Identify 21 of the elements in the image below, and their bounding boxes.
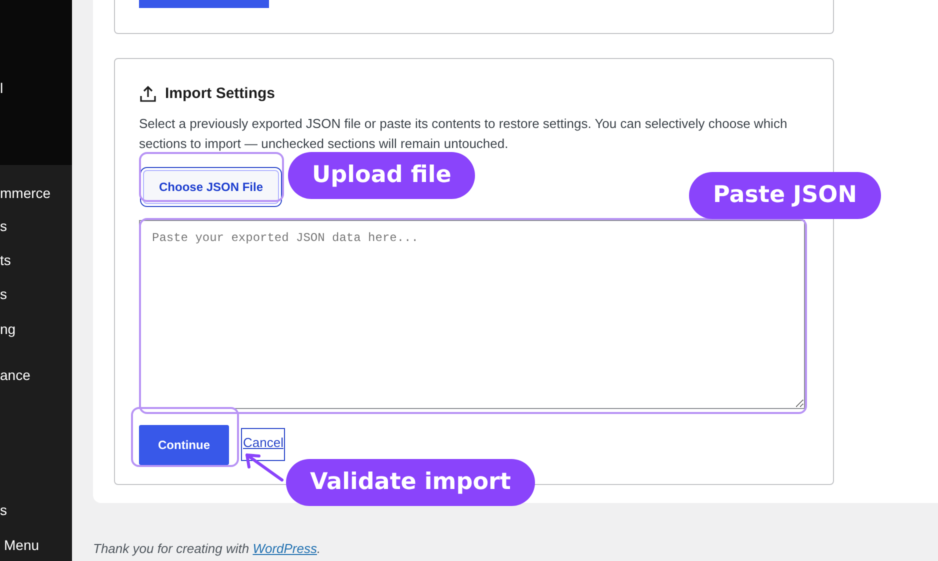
footer-text: Thank you for creating with WordPress. [93,541,322,557]
sidebar-item[interactable]: ts [0,250,72,270]
sidebar-item[interactable]: s [0,216,72,236]
sidebar-item[interactable]: s [0,500,72,520]
sidebar-item[interactable]: ng [0,319,72,339]
description-text: Select a previously exported JSON file or paste its contents to restore settings. You can selectively choose which sections to import — unchecked sections will remain untouched. [139,114,788,153]
button[interactable] [139,0,269,8]
sidebar-item[interactable]: mmerce [0,183,72,203]
callout-label: Paste JSON [689,172,881,219]
sidebar-item[interactable]: ance [0,365,72,385]
wordpress-link[interactable]: WordPress [252,541,317,556]
upload-icon [139,85,157,104]
continue-button[interactable]: Continue [139,424,229,464]
cancel-link[interactable]: Cancel [241,428,286,462]
card-title: Import Settings [165,84,276,104]
json-textarea[interactable]: Paste your exported JSON data here... [139,220,805,408]
callout-label: Upload file [288,152,476,199]
callout-label: Validate import [286,459,535,506]
sidebar-item[interactable]: Menu [0,535,72,555]
sidebar-item[interactable]: s [0,284,72,304]
sidebar-item[interactable]: l [0,78,72,98]
